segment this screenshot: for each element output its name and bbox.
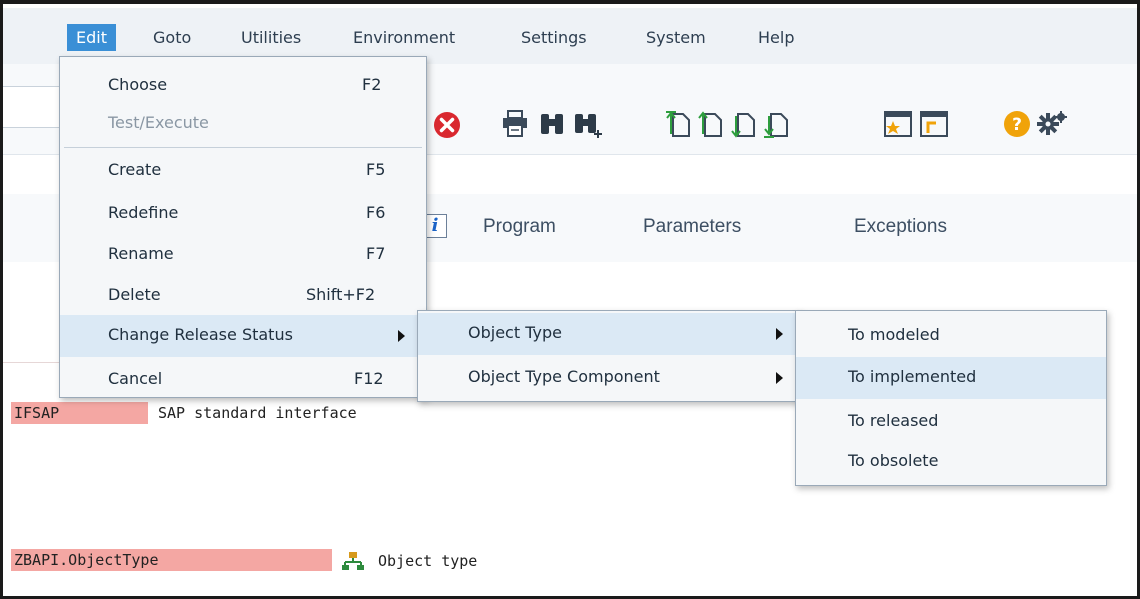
menu-item-test-execute: Test/Execute bbox=[60, 103, 426, 143]
menu-item-label: Cancel bbox=[108, 369, 163, 388]
next-page-icon[interactable] bbox=[730, 108, 760, 140]
menu-item-cancel[interactable]: Cancel F12 bbox=[60, 359, 426, 399]
menu-item-label: Test/Execute bbox=[108, 113, 209, 132]
menu-item-label: To implemented bbox=[848, 367, 977, 386]
menu-separator bbox=[64, 147, 422, 148]
print-icon[interactable] bbox=[501, 109, 529, 139]
menu-item-label: Rename bbox=[108, 244, 174, 263]
submenu-item-to-obsolete[interactable]: To obsolete bbox=[796, 441, 1106, 481]
svg-text:?: ? bbox=[1012, 115, 1022, 135]
menu-item-label: Redefine bbox=[108, 203, 179, 222]
menu-item-label: Change Release Status bbox=[108, 325, 293, 344]
menu-item-rename[interactable]: Rename F7 bbox=[60, 234, 426, 274]
tab-program[interactable]: Program bbox=[483, 216, 556, 238]
menu-item-redefine[interactable]: Redefine F6 bbox=[60, 193, 426, 233]
menu-item-shortcut: F6 bbox=[366, 203, 386, 222]
submenu-arrow-icon bbox=[776, 328, 783, 340]
help-icon[interactable]: ? bbox=[1003, 110, 1031, 138]
edit-menu: Choose F2 Test/Execute Create F5 Redefin… bbox=[59, 56, 427, 398]
submenu-item-object-type-component[interactable]: Object Type Component bbox=[418, 357, 800, 397]
menu-goto[interactable]: Goto bbox=[153, 28, 191, 47]
submenu-arrow-icon bbox=[398, 330, 405, 342]
divider bbox=[3, 362, 63, 363]
menu-item-change-release-status[interactable]: Change Release Status bbox=[60, 315, 426, 357]
menu-item-shortcut: Shift+F2 bbox=[306, 285, 376, 304]
interface-description: SAP standard interface bbox=[158, 404, 357, 422]
submenu-arrow-icon bbox=[776, 372, 783, 384]
menu-item-shortcut: F2 bbox=[362, 75, 382, 94]
menu-edit[interactable]: Edit bbox=[67, 24, 116, 51]
menu-item-label: Delete bbox=[108, 285, 161, 304]
menu-item-shortcut: F12 bbox=[354, 369, 384, 388]
tab-exceptions[interactable]: Exceptions bbox=[854, 216, 947, 238]
menu-item-label: Object Type bbox=[468, 323, 562, 342]
object-type-status-submenu: To modeled To implemented To released To… bbox=[795, 310, 1107, 486]
submenu-item-to-modeled[interactable]: To modeled bbox=[796, 315, 1106, 355]
settings-gear-icon[interactable] bbox=[1037, 109, 1069, 139]
interface-field[interactable]: IFSAP bbox=[11, 402, 148, 424]
menu-environment[interactable]: Environment bbox=[353, 28, 455, 47]
menu-utilities[interactable]: Utilities bbox=[241, 28, 301, 47]
last-page-icon[interactable] bbox=[763, 108, 793, 140]
submenu-item-to-released[interactable]: To released bbox=[796, 401, 1106, 441]
menu-help[interactable]: Help bbox=[758, 28, 794, 47]
object-type-field[interactable]: ZBAPI.ObjectType bbox=[11, 549, 332, 571]
hierarchy-icon bbox=[342, 552, 364, 570]
first-page-icon[interactable] bbox=[665, 108, 695, 140]
submenu-item-to-implemented[interactable]: To implemented bbox=[796, 357, 1106, 399]
menu-item-shortcut: F7 bbox=[366, 244, 386, 263]
previous-page-icon[interactable] bbox=[697, 108, 727, 140]
menu-settings[interactable]: Settings bbox=[521, 28, 587, 47]
menu-system[interactable]: System bbox=[646, 28, 706, 47]
menu-item-label: To released bbox=[848, 411, 939, 430]
create-session-icon[interactable] bbox=[883, 109, 915, 139]
menu-item-label: Object Type Component bbox=[468, 367, 660, 386]
menu-item-label: To obsolete bbox=[848, 451, 939, 470]
find-icon[interactable] bbox=[538, 110, 566, 138]
release-status-submenu: Object Type Object Type Component bbox=[417, 310, 801, 402]
cancel-icon[interactable] bbox=[433, 111, 461, 139]
object-type-description: Object type bbox=[378, 552, 478, 570]
submenu-item-object-type[interactable]: Object Type bbox=[418, 313, 800, 355]
generate-shortcut-icon[interactable] bbox=[919, 109, 951, 139]
menu-item-label: To modeled bbox=[848, 325, 940, 344]
sap-window: Edit Goto Utilities Environment Settings… bbox=[0, 0, 1140, 599]
menu-item-choose[interactable]: Choose F2 bbox=[60, 65, 426, 105]
command-field[interactable] bbox=[3, 86, 66, 128]
menu-item-label: Choose bbox=[108, 75, 168, 94]
menu-item-create[interactable]: Create F5 bbox=[60, 150, 426, 190]
tab-parameters[interactable]: Parameters bbox=[643, 216, 741, 238]
menu-item-delete[interactable]: Delete Shift+F2 bbox=[60, 275, 426, 315]
find-next-icon[interactable] bbox=[572, 110, 606, 140]
menu-item-shortcut: F5 bbox=[366, 160, 386, 179]
menu-item-label: Create bbox=[108, 160, 162, 179]
